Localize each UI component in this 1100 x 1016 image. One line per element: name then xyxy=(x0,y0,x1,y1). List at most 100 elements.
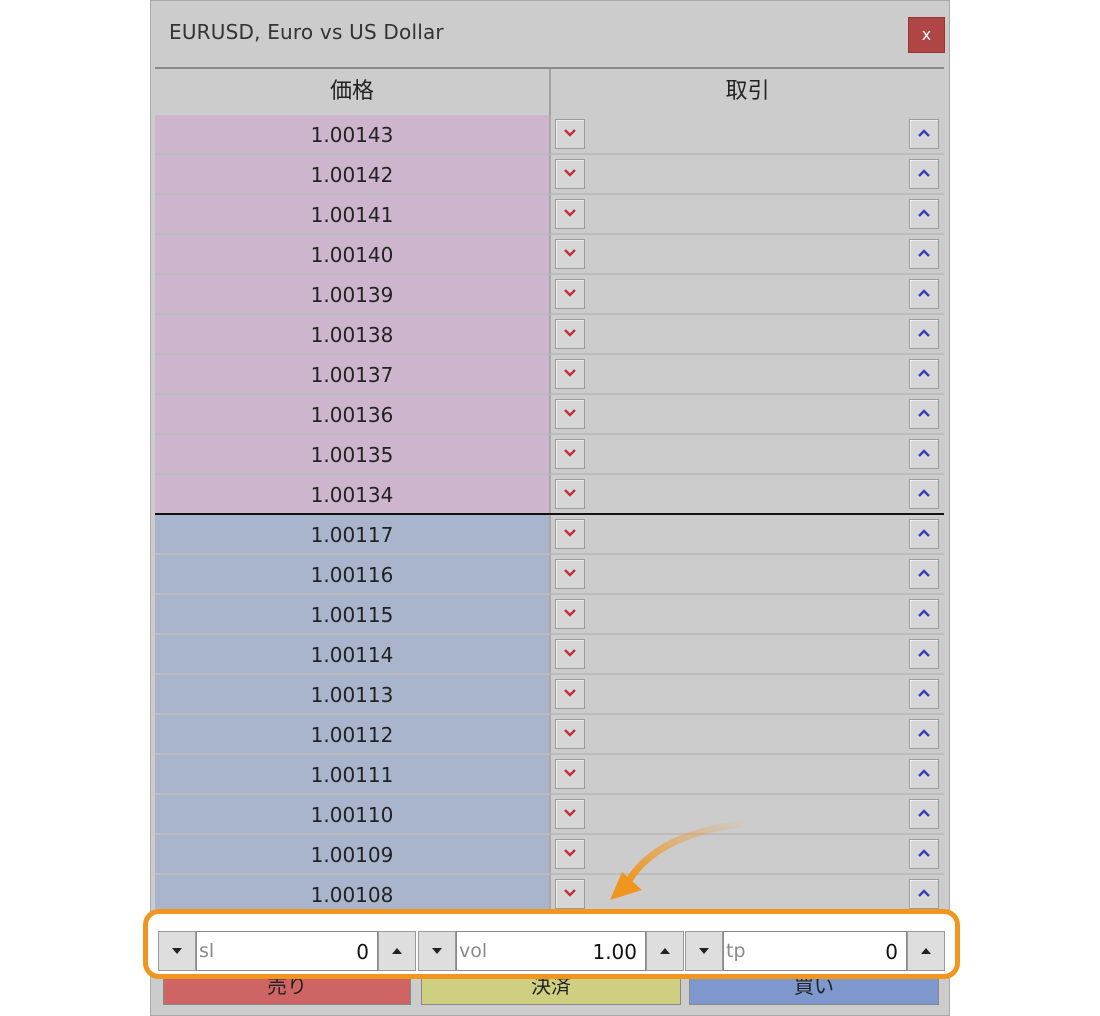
chevron-up-icon xyxy=(918,729,930,737)
buy-limit-button[interactable] xyxy=(909,479,939,509)
price-cell: 1.00109 xyxy=(155,835,549,875)
title-bar: EURUSD, Euro vs US Dollar x xyxy=(151,1,949,65)
buy-limit-button[interactable] xyxy=(909,639,939,669)
close-button[interactable]: x xyxy=(908,17,945,53)
price-cell: 1.00135 xyxy=(155,435,549,475)
price-cell: 1.00142 xyxy=(155,155,549,195)
chevron-down-icon xyxy=(564,529,576,537)
chevron-down-icon xyxy=(564,249,576,257)
buy-limit-button[interactable] xyxy=(909,119,939,149)
triangle-down-icon xyxy=(432,948,442,954)
ask-row: 1.00137 xyxy=(155,355,944,395)
sl-decrease-button[interactable] xyxy=(158,931,196,971)
sell-limit-button[interactable] xyxy=(555,319,585,349)
triangle-up-icon xyxy=(921,948,931,954)
chevron-up-icon xyxy=(918,249,930,257)
tp-input[interactable]: tp 0 xyxy=(723,931,907,971)
price-cell: 1.00108 xyxy=(155,875,549,909)
sell-limit-button[interactable] xyxy=(555,679,585,709)
chevron-down-icon xyxy=(564,889,576,897)
volume-decrease-button[interactable] xyxy=(418,931,456,971)
price-cell: 1.00114 xyxy=(155,635,549,675)
buy-limit-button[interactable] xyxy=(909,319,939,349)
sell-limit-button[interactable] xyxy=(555,159,585,189)
buy-limit-button[interactable] xyxy=(909,239,939,269)
bid-row: 1.00113 xyxy=(155,675,944,715)
sell-limit-button[interactable] xyxy=(555,519,585,549)
chevron-up-icon xyxy=(918,889,930,897)
buy-limit-button[interactable] xyxy=(909,399,939,429)
buy-limit-button[interactable] xyxy=(909,759,939,789)
sell-limit-button[interactable] xyxy=(555,399,585,429)
buy-limit-button[interactable] xyxy=(909,879,939,909)
bid-row: 1.00116 xyxy=(155,555,944,595)
trade-cell xyxy=(549,755,944,795)
buy-limit-button[interactable] xyxy=(909,719,939,749)
close-position-button[interactable]: 決済 xyxy=(421,977,681,1005)
sell-limit-button[interactable] xyxy=(555,879,585,909)
buy-limit-button[interactable] xyxy=(909,519,939,549)
volume-input[interactable]: vol 1.00 xyxy=(456,931,646,971)
sell-limit-button[interactable] xyxy=(555,279,585,309)
trade-cell xyxy=(549,435,944,475)
chevron-down-icon xyxy=(564,649,576,657)
chevron-up-icon xyxy=(918,769,930,777)
buy-limit-button[interactable] xyxy=(909,599,939,629)
volume-control: vol 1.00 xyxy=(418,931,688,971)
tp-value: 0 xyxy=(885,940,898,964)
chevron-down-icon xyxy=(564,209,576,217)
buy-limit-button[interactable] xyxy=(909,359,939,389)
price-cell: 1.00137 xyxy=(155,355,549,395)
sl-increase-button[interactable] xyxy=(378,931,416,971)
column-header-trade: 取引 xyxy=(549,69,944,115)
buy-limit-button[interactable] xyxy=(909,559,939,589)
buy-limit-button[interactable] xyxy=(909,679,939,709)
window-title: EURUSD, Euro vs US Dollar xyxy=(169,20,444,44)
sell-limit-button[interactable] xyxy=(555,639,585,669)
chevron-down-icon xyxy=(564,729,576,737)
sell-limit-button[interactable] xyxy=(555,479,585,509)
price-cell: 1.00136 xyxy=(155,395,549,435)
chevron-up-icon xyxy=(918,689,930,697)
tp-decrease-button[interactable] xyxy=(685,931,723,971)
chevron-up-icon xyxy=(918,329,930,337)
ask-row: 1.00143 xyxy=(155,115,944,155)
bid-row: 1.00112 xyxy=(155,715,944,755)
buy-limit-button[interactable] xyxy=(909,839,939,869)
sl-input[interactable]: sl 0 xyxy=(196,931,378,971)
trade-cell xyxy=(549,115,944,155)
buy-button[interactable]: 買い xyxy=(689,977,939,1005)
sell-limit-button[interactable] xyxy=(555,559,585,589)
sell-button[interactable]: 売り xyxy=(163,977,411,1005)
chevron-down-icon xyxy=(564,129,576,137)
buy-limit-button[interactable] xyxy=(909,799,939,829)
chevron-up-icon xyxy=(918,809,930,817)
sell-limit-button[interactable] xyxy=(555,599,585,629)
bid-row: 1.00110 xyxy=(155,795,944,835)
buy-limit-button[interactable] xyxy=(909,439,939,469)
tp-increase-button[interactable] xyxy=(907,931,945,971)
sl-value: 0 xyxy=(356,940,369,964)
sell-limit-button[interactable] xyxy=(555,799,585,829)
price-cell: 1.00117 xyxy=(155,515,549,555)
price-cell: 1.00134 xyxy=(155,475,549,515)
sell-limit-button[interactable] xyxy=(555,359,585,389)
price-cell: 1.00141 xyxy=(155,195,549,235)
trade-cell xyxy=(549,595,944,635)
sell-limit-button[interactable] xyxy=(555,719,585,749)
sell-limit-button[interactable] xyxy=(555,759,585,789)
ask-row: 1.00142 xyxy=(155,155,944,195)
sell-limit-button[interactable] xyxy=(555,839,585,869)
buy-limit-button[interactable] xyxy=(909,199,939,229)
sell-limit-button[interactable] xyxy=(555,199,585,229)
chevron-up-icon xyxy=(918,609,930,617)
volume-increase-button[interactable] xyxy=(646,931,684,971)
sell-limit-button[interactable] xyxy=(555,119,585,149)
sell-limit-button[interactable] xyxy=(555,239,585,269)
sell-limit-button[interactable] xyxy=(555,439,585,469)
chevron-down-icon xyxy=(564,809,576,817)
chevron-up-icon xyxy=(918,209,930,217)
chevron-up-icon xyxy=(918,529,930,537)
buy-limit-button[interactable] xyxy=(909,159,939,189)
buy-limit-button[interactable] xyxy=(909,279,939,309)
